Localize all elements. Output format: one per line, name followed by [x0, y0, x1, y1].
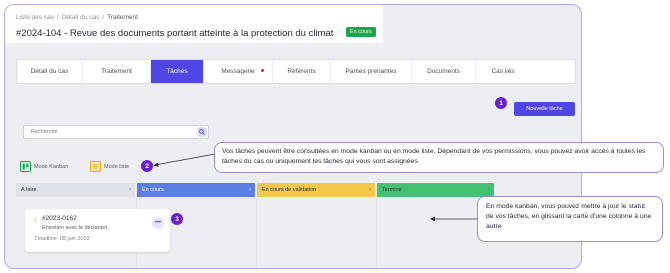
step-badge-3: 3	[171, 213, 183, 225]
step-badge-1: 1	[495, 97, 507, 109]
callout-view-modes: Vos tâches peuvent être consultées en mo…	[214, 142, 664, 173]
step-badge-2: 2	[141, 160, 153, 172]
callout-kanban: En mode kanban, vous pouvez mettre à jou…	[477, 196, 663, 242]
